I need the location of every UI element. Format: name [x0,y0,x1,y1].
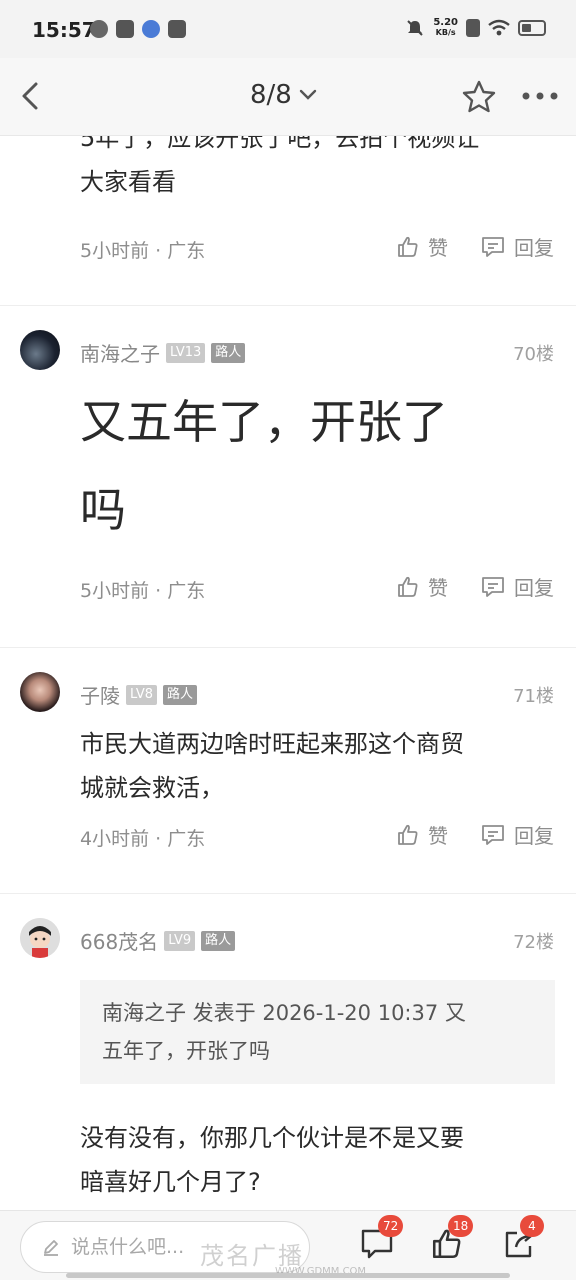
reply-button[interactable]: 回复 [480,820,554,849]
username[interactable]: 668茂名 [80,926,158,955]
like-button[interactable]: 赞 [396,820,448,849]
chevron-down-icon [299,89,317,100]
pencil-icon [44,1240,58,1256]
reply-button[interactable]: 回复 [480,572,554,601]
avatar[interactable] [20,330,60,370]
like-count-badge: 18 [448,1215,474,1237]
meta-separator: · [155,240,168,262]
meta-separator: · [155,828,168,850]
thumb-up-icon [398,824,418,845]
reply-text: 又五年了，开张了 吗 [80,395,448,537]
wifi-icon [488,19,510,36]
share-count-badge: 4 [520,1215,544,1237]
reply-author: 子陵 LV8 路人 [80,680,197,709]
reply-item: 子陵 LV8 路人 71楼 市民大道两边啥时旺起来那这个商贸 城就会救活， 4小… [0,648,576,894]
reply-list[interactable]: 5年了，应该开张了吧，去拍个视频让 大家看看 5小时前 · 广东 赞 回复 南海… [0,136,576,1210]
role-badge: 路人 [211,342,246,363]
notification-vivo-icon [168,20,186,38]
reply-time: 5小时前 [80,580,150,602]
status-notification-icons [90,20,186,38]
reply-item: 南海之子 LV13 路人 70楼 又五年了，开张了 吗 5小时前 · 广东 赞 [0,306,576,648]
status-system-icons: 5.20 KB/s [405,18,546,38]
reply-label: 回复 [514,824,554,848]
reply-meta: 4小时前 · 广东 [80,824,205,851]
reply-time: 4小时前 [80,828,150,850]
like-label: 赞 [428,576,448,600]
reply-button[interactable]: 回复 [480,232,554,261]
like-post-button[interactable]: 18 [430,1215,474,1263]
avatar-cartoon-icon [20,918,60,958]
chevron-left-icon[interactable] [14,78,50,114]
level-badge: LV13 [166,342,206,363]
quoted-reply[interactable]: 南海之子 发表于 2026-1-20 10:37 又 五年了，开张了吗 [80,980,555,1084]
reply-meta: 5小时前 · 广东 [80,576,205,603]
reply-label: 回复 [514,236,554,260]
notification-paw-icon [142,20,160,38]
battery-icon [518,20,546,36]
level-badge: LV8 [126,684,157,705]
thumb-up-icon [398,576,418,597]
comment-icon [482,236,504,257]
sim-icon [466,19,480,37]
mute-bell-icon [407,20,424,36]
more-dots-icon[interactable] [520,84,560,108]
like-label: 赞 [428,824,448,848]
like-label: 赞 [428,236,448,260]
reply-location: 广东 [167,240,206,262]
like-button[interactable]: 赞 [396,232,448,261]
reply-label: 回复 [514,576,554,600]
notification-app-icon [90,20,108,38]
avatar[interactable] [20,918,60,958]
role-badge: 路人 [162,684,197,705]
floor-number: 70楼 [513,344,554,365]
status-bar: 15:57 5.20 KB/s [0,0,576,58]
reply-author: 南海之子 LV13 路人 [80,338,246,367]
comment-count-badge: 72 [378,1215,404,1237]
username[interactable]: 南海之子 [80,338,160,367]
reply-location: 广东 [167,580,206,602]
floor-number: 72楼 [513,932,554,953]
reply-meta: 5小时前 · 广东 [80,236,205,263]
reply-author: 668茂名 LV9 路人 [80,926,236,955]
top-nav-bar: 8/8 [0,58,576,136]
floor-number: 71楼 [513,686,554,707]
reply-text: 大家看看 [80,168,176,196]
role-badge: 路人 [201,930,236,951]
page-selector[interactable]: 8/8 [250,80,318,110]
username[interactable]: 子陵 [80,680,120,709]
reply-time: 5小时前 [80,240,150,262]
avatar[interactable] [20,672,60,712]
comments-button[interactable]: 72 [360,1215,404,1263]
reply-location: 广东 [167,828,206,850]
level-badge: LV9 [164,930,196,951]
thumb-up-icon [398,236,418,257]
comment-icon [482,824,504,845]
home-indicator[interactable] [66,1273,510,1278]
meta-separator: · [155,580,168,602]
reply-text: 市民大道两边啥时旺起来那这个商贸 城就会救活， [80,730,464,802]
status-time: 15:57 [32,18,96,42]
reply-item: 5年了，应该开张了吧，去拍个视频让 大家看看 5小时前 · 广东 赞 回复 [0,136,576,306]
reply-text-partial: 5年了，应该开张了吧，去拍个视频让 [80,136,480,152]
reply-text: 没有没有，你那几个伙计是不是又要 暗喜好几个月了? [80,1124,464,1196]
network-speed: 5.20 KB/s [433,17,458,38]
page-indicator: 8/8 [250,80,292,110]
notification-mail-icon [116,20,134,38]
like-button[interactable]: 赞 [396,572,448,601]
comment-icon [482,576,504,597]
share-button[interactable]: 4 [502,1215,544,1263]
reply-item: 668茂名 LV9 路人 72楼 南海之子 发表于 2026-1-20 10:3… [0,894,576,1210]
star-icon[interactable] [460,78,498,116]
